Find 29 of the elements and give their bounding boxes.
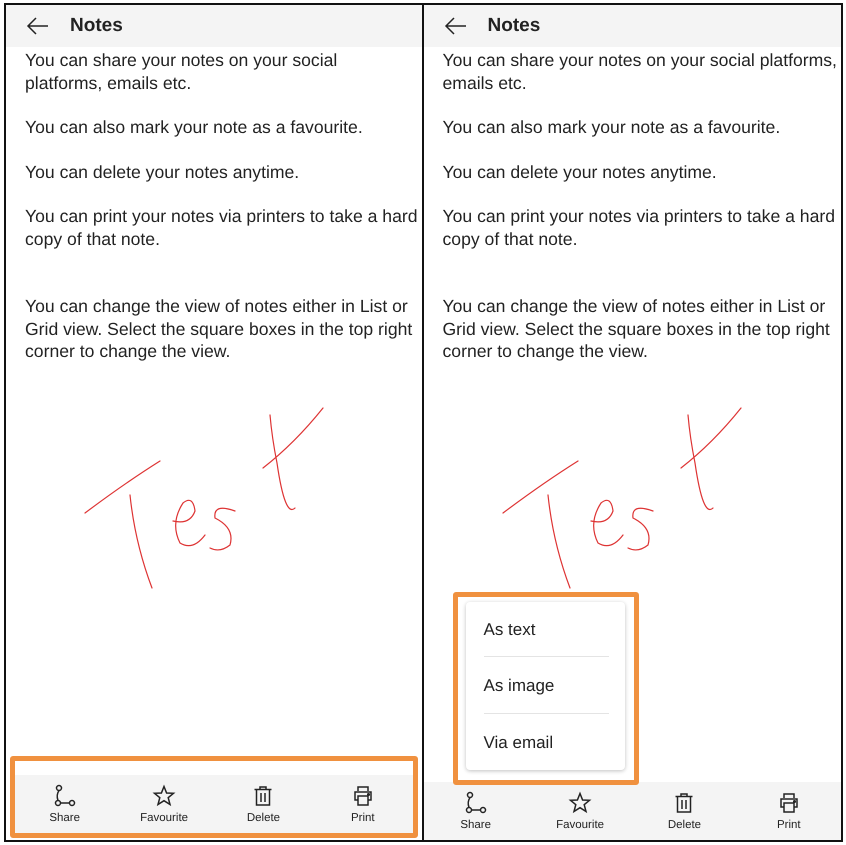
menu-item[interactable]: As text xyxy=(484,602,608,658)
screen-title: Notes xyxy=(488,14,540,38)
note-paragraph: You can print your notes via printers to take a hard copy of that note. xyxy=(442,205,836,250)
menu-item[interactable]: Via email xyxy=(484,716,608,770)
note-paragraph: You can share your notes on your social platforms, emails etc. xyxy=(442,49,837,94)
toolbar-button[interactable]: Delete xyxy=(644,790,724,834)
note-paragraph: You can print your notes via printers to take a hard copy of that note. xyxy=(25,205,418,250)
share-icon xyxy=(52,784,77,808)
note-paragraph: You can share your notes on your social platforms, emails etc. xyxy=(25,49,338,94)
note-paragraph: You can delete your notes anytime. xyxy=(25,160,300,183)
toolbar-button[interactable]: Favourite xyxy=(540,790,620,834)
note-paragraph: You can also mark your note as a favourite. xyxy=(442,116,782,138)
menu-item[interactable]: As image xyxy=(484,659,608,714)
toolbar-button[interactable]: Delete xyxy=(223,784,304,827)
toolbar-button[interactable]: Print xyxy=(322,784,403,827)
toolbar-button[interactable]: Share xyxy=(436,790,516,834)
screen-title: Notes xyxy=(70,14,123,38)
star-icon xyxy=(152,784,176,808)
note-paragraph: You can also mark your note as a favourite. xyxy=(25,116,364,138)
toolbar-button[interactable]: Favourite xyxy=(124,784,204,827)
toolbar-button[interactable]: Share xyxy=(24,784,105,827)
note-paragraph: You can delete your notes anytime. xyxy=(442,160,718,183)
toolbar-button[interactable]: Print xyxy=(748,790,829,834)
note-paragraph: You can change the view of notes either in List or Grid view. Select the square boxes in the top right corner to change the view. xyxy=(442,295,831,362)
star-icon xyxy=(568,790,592,815)
back-arrow-icon xyxy=(444,16,468,36)
note-paragraph: You can change the view of notes either in List or Grid view. Select the square boxes in the top right corner to change the view. xyxy=(25,295,414,362)
share-icon xyxy=(464,790,488,815)
back-arrow-icon xyxy=(26,16,50,36)
